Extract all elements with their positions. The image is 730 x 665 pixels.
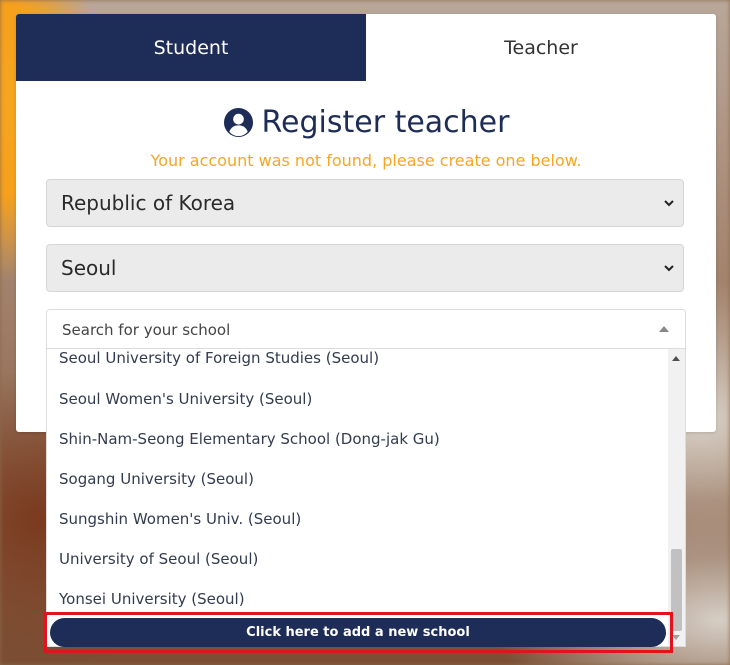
region-select[interactable]: Seoul bbox=[46, 244, 684, 292]
list-item[interactable]: Sungshin Women's Univ. (Seoul) bbox=[59, 510, 301, 528]
list-item[interactable]: Yonsei University (Seoul) bbox=[59, 590, 245, 608]
country-select[interactable]: Republic of Korea bbox=[46, 179, 684, 227]
region-select-value: Seoul bbox=[61, 256, 117, 280]
school-dropdown-list: Seoul University of Foreign Studies (Seo… bbox=[46, 348, 686, 647]
account-not-found-notice: Your account was not found, please creat… bbox=[150, 151, 582, 170]
list-item[interactable]: Shin-Nam-Seong Elementary School (Dong-j… bbox=[59, 430, 440, 448]
country-select-value: Republic of Korea bbox=[61, 191, 236, 215]
add-new-school-button[interactable]: Click here to add a new school bbox=[50, 618, 666, 647]
chevron-down-icon bbox=[664, 200, 674, 207]
list-item[interactable]: Sogang University (Seoul) bbox=[59, 470, 254, 488]
list-item[interactable]: Seoul University of Foreign Studies (Seo… bbox=[59, 349, 379, 367]
scroll-down-arrow-icon[interactable] bbox=[672, 635, 680, 640]
school-search[interactable] bbox=[46, 309, 686, 349]
title-text: Register teacher bbox=[261, 104, 510, 140]
list-item[interactable]: Seoul Women's University (Seoul) bbox=[59, 390, 312, 408]
role-tabs: Student Teacher bbox=[16, 14, 716, 81]
chevron-down-icon bbox=[664, 265, 674, 272]
user-circle-icon bbox=[223, 107, 253, 137]
school-search-input[interactable] bbox=[60, 319, 624, 340]
tab-student[interactable]: Student bbox=[16, 14, 366, 81]
tab-teacher[interactable]: Teacher bbox=[366, 14, 716, 81]
page-title: Register teacher bbox=[16, 103, 716, 141]
dropdown-scrollbar[interactable] bbox=[668, 349, 685, 646]
caret-up-icon[interactable] bbox=[659, 326, 669, 332]
scroll-up-arrow-icon[interactable] bbox=[672, 356, 680, 361]
list-item[interactable]: University of Seoul (Seoul) bbox=[59, 550, 258, 568]
